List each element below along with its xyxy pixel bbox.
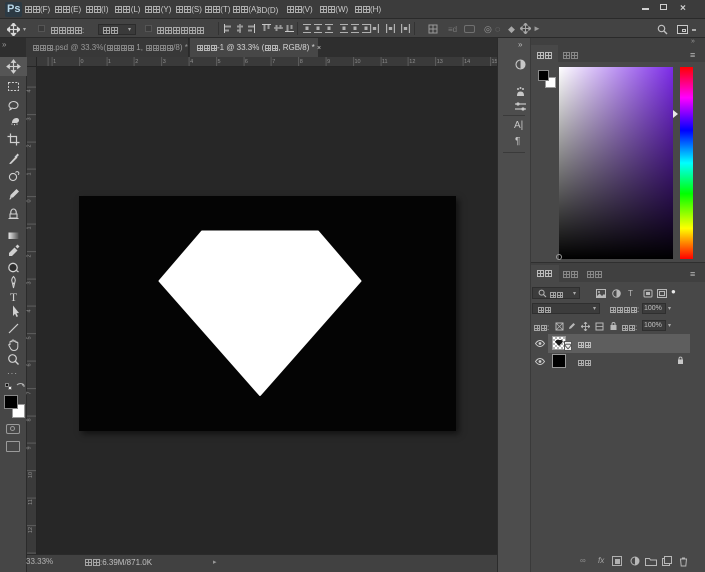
svg-text:T: T bbox=[10, 290, 18, 304]
